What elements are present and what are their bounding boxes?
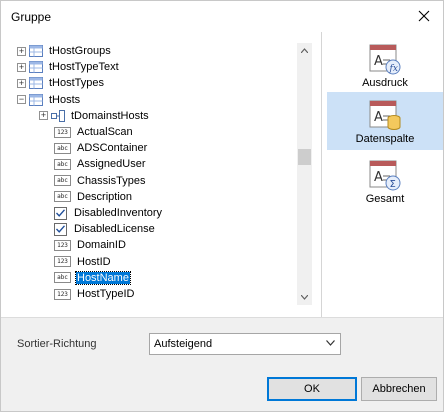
text-field-icon: abc [54, 191, 71, 203]
tree-field-hosttypeid[interactable]: 123 HostTypeID [54, 286, 135, 302]
tree-node-thosts[interactable]: − tHosts [17, 92, 81, 108]
tree-node-thosttypes[interactable]: + tHostTypes [17, 75, 105, 91]
table-icon [29, 93, 43, 106]
svg-text:A: A [374, 54, 383, 69]
scroll-down-button[interactable] [297, 290, 312, 305]
table-icon [29, 45, 43, 57]
tree-node-label: ActualScan [77, 126, 133, 138]
collapse-icon[interactable]: − [17, 95, 26, 105]
tree-node-label: tDomainstHosts [71, 109, 149, 122]
tool-datenspalte-label: Datenspalte [355, 133, 415, 145]
svg-text:A: A [374, 110, 383, 125]
numeric-field-icon: 123 [54, 239, 71, 251]
tree-field-hostid[interactable]: 123 HostID [54, 254, 112, 270]
content-area: + tHostGroups + tHostTypeText + tHostTypes − tH… [1, 32, 443, 317]
tree-field-hostname[interactable]: abc HostName [54, 270, 131, 286]
scroll-up-button[interactable] [297, 43, 312, 58]
numeric-field-icon: 123 [54, 256, 71, 268]
boolean-field-icon [54, 222, 67, 236]
tree-field-disabledlicense[interactable]: DisabledLicense [54, 221, 156, 237]
tree-node-label: AssignedUser [77, 158, 146, 171]
svg-text:A: A [374, 170, 383, 185]
chevron-down-icon [301, 295, 308, 300]
tree-node-thostgroups[interactable]: + tHostGroups [17, 43, 112, 59]
tool-gesamt-label: Gesamt [365, 193, 405, 205]
tree-node-label: DisabledLicense [74, 223, 155, 236]
tree-scrollbar[interactable] [297, 43, 312, 305]
title-bar: Gruppe [1, 1, 443, 32]
cancel-button[interactable]: Abbrechen [361, 377, 437, 401]
tree-node-label: tHostGroups [49, 45, 111, 57]
tree-node-label: HostName [75, 270, 131, 285]
table-icon [29, 61, 43, 74]
tree-node-label: HostTypeID [77, 288, 135, 300]
numeric-field-icon: 123 [54, 126, 71, 138]
tool-gesamt[interactable]: A Σ Gesamt [327, 158, 443, 210]
tree-node-label: InventoryNumber [76, 304, 162, 305]
tool-ausdruck-label: Ausdruck [362, 77, 408, 89]
expand-icon[interactable]: + [17, 46, 26, 56]
section-separator [1, 317, 443, 318]
tree-field-chassistypes[interactable]: abc ChassisTypes [54, 173, 146, 189]
close-icon [418, 10, 430, 22]
table-icon [29, 77, 43, 90]
expand-icon[interactable]: + [17, 62, 26, 72]
text-field-icon: abc [54, 272, 71, 284]
expand-icon[interactable]: + [39, 111, 48, 121]
tree-node-label: Description [77, 190, 133, 203]
tree-node-tdomainsthosts[interactable]: + tDomainstHosts [39, 108, 150, 124]
tool-datenspalte[interactable]: A Datenspalte [327, 92, 443, 150]
tree-node-label: DisabledInventory [74, 207, 163, 219]
tool-ausdruck[interactable]: A fx Ausdruck [327, 42, 443, 94]
panel-divider [321, 32, 322, 317]
scroll-thumb[interactable] [298, 149, 311, 165]
tree-node-label: HostID [77, 255, 111, 268]
tree-node-label: ChassisTypes [77, 174, 146, 187]
sort-direction-select[interactable]: Aufsteigend [149, 333, 341, 355]
chevron-up-icon [301, 48, 308, 53]
svg-text:fx: fx [389, 64, 398, 74]
tree-field-adscontainer[interactable]: abc ADSContainer [54, 140, 148, 156]
close-button[interactable] [411, 5, 437, 27]
sum-icon: A Σ [369, 160, 401, 191]
tree-node-label: tHostTypes [49, 77, 105, 90]
tree-node-label: ADSContainer [77, 142, 148, 155]
text-field-icon: abc [54, 175, 71, 187]
dialog-window: Gruppe + tHostGroups + tHostTypeText + tHostT… [0, 0, 444, 412]
svg-text:Σ: Σ [390, 179, 396, 190]
tree-node-label: tHosts [49, 93, 81, 106]
sort-direction-value: Aufsteigend [154, 338, 213, 350]
chevron-down-icon [326, 340, 335, 346]
sort-direction-label: Sortier-Richtung [17, 338, 97, 350]
ok-button[interactable]: OK [267, 377, 357, 401]
field-tree[interactable]: + tHostGroups + tHostTypeText + tHostTypes − tH… [17, 43, 313, 305]
expand-icon[interactable]: + [17, 78, 26, 88]
tree-field-description[interactable]: abc Description [54, 189, 133, 205]
text-field-icon: abc [54, 142, 71, 154]
boolean-field-icon [54, 206, 67, 220]
tree-field-domainid[interactable]: 123 DomainID [54, 237, 127, 253]
tree-node-label: DomainID [77, 239, 126, 252]
tree-node-thosttypetext[interactable]: + tHostTypeText [17, 59, 120, 75]
tree-field-assigneduser[interactable]: abc AssignedUser [54, 156, 146, 172]
relation-icon [51, 109, 65, 122]
expression-icon: A fx [369, 44, 401, 75]
window-title: Gruppe [11, 10, 52, 24]
tree-field-actualscan[interactable]: 123 ActualScan [54, 124, 134, 140]
text-field-icon: abc [54, 158, 71, 170]
numeric-field-icon: 123 [54, 288, 71, 300]
data-column-icon: A [369, 100, 401, 130]
tree-field-disabledinventory[interactable]: DisabledInventory [54, 205, 163, 221]
tree-node-label: tHostTypeText [49, 61, 119, 74]
tree-field-inventorynumber[interactable]: abcInventoryNumber [54, 302, 162, 305]
